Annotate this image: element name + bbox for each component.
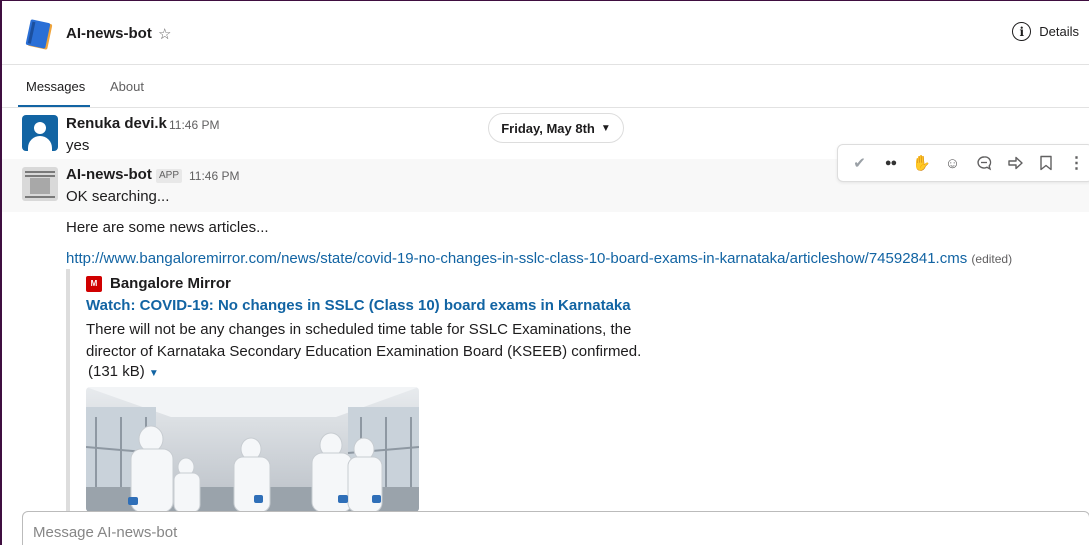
link-unfurl-attachment: M Bangalore Mirror Watch: COVID-19: No c… xyxy=(66,269,666,519)
reply-thread-icon[interactable] xyxy=(968,148,999,178)
app-badge: APP xyxy=(156,169,183,183)
tab-messages[interactable]: Messages xyxy=(26,79,85,94)
eyes-icon[interactable]: ●● xyxy=(875,148,906,178)
attachment-description: There will not be any changes in schedul… xyxy=(86,321,642,360)
message-text: yes xyxy=(66,137,90,154)
message-list[interactable]: Renuka devi.k 11:46 PM yes Friday, May 8… xyxy=(2,109,1089,519)
channel-title[interactable]: AI-news-bot xyxy=(66,25,152,42)
message-text: OK searching... xyxy=(66,188,170,205)
sender-name[interactable]: Renuka devi.k xyxy=(66,115,167,132)
message-timestamp[interactable]: 11:46 PM xyxy=(189,169,239,183)
bookmark-icon[interactable] xyxy=(1030,148,1061,178)
caret-down-icon: ▼ xyxy=(148,368,159,379)
message-composer[interactable] xyxy=(22,511,1089,545)
message-input[interactable] xyxy=(33,520,1033,544)
channel-header: AI-news-bot ☆ i Details xyxy=(2,1,1089,65)
details-label: Details xyxy=(1039,24,1079,39)
sender-name[interactable]: AI-news-bot xyxy=(66,166,152,183)
avatar[interactable] xyxy=(22,115,58,151)
chevron-down-icon: ▼ xyxy=(600,122,611,134)
message-link-row: http://www.bangaloremirror.com/news/stat… xyxy=(66,250,1012,267)
edited-label: (edited) xyxy=(971,252,1013,266)
image-size-label: (131 kB) xyxy=(88,363,145,380)
more-vertical-icon[interactable]: ⋮ xyxy=(1061,148,1089,178)
date-label: Friday, May 8th xyxy=(501,120,595,136)
bangalore-mirror-logo-icon: M xyxy=(86,275,102,292)
notebook-icon xyxy=(24,17,58,51)
image-size-toggle[interactable]: (131 kB) ▼ xyxy=(88,363,159,380)
app-window: AI-news-bot ☆ i Details Messages About R… xyxy=(0,0,1089,545)
attachment-title-link[interactable]: Watch: COVID-19: No changes in SSLC (Cla… xyxy=(86,297,631,314)
checkmark-icon[interactable]: ✔ xyxy=(844,148,875,178)
attachment-source: M Bangalore Mirror xyxy=(86,275,231,292)
message-timestamp[interactable]: 11:46 PM xyxy=(169,118,219,132)
star-icon[interactable]: ☆ xyxy=(158,25,171,43)
source-name: Bangalore Mirror xyxy=(110,275,231,292)
add-reaction-icon[interactable]: ☺ xyxy=(937,148,968,178)
details-button[interactable]: i Details xyxy=(1012,22,1079,41)
info-circle-icon: i xyxy=(1012,22,1032,41)
tab-about[interactable]: About xyxy=(110,79,144,94)
message-actions-toolbar: ✔ ●● ✋ ☺ ⋮ xyxy=(837,144,1089,182)
tab-bar: Messages About xyxy=(2,65,1089,108)
raised-hands-icon[interactable]: ✋ xyxy=(906,148,937,178)
message-text: Here are some news articles... xyxy=(66,219,269,236)
article-link[interactable]: http://www.bangaloremirror.com/news/stat… xyxy=(66,250,967,267)
date-divider-button[interactable]: Friday, May 8th ▼ xyxy=(488,113,624,143)
bot-avatar[interactable] xyxy=(22,167,58,201)
active-tab-indicator xyxy=(18,105,90,107)
article-preview-image[interactable] xyxy=(86,387,419,512)
share-forward-icon[interactable] xyxy=(999,148,1030,178)
